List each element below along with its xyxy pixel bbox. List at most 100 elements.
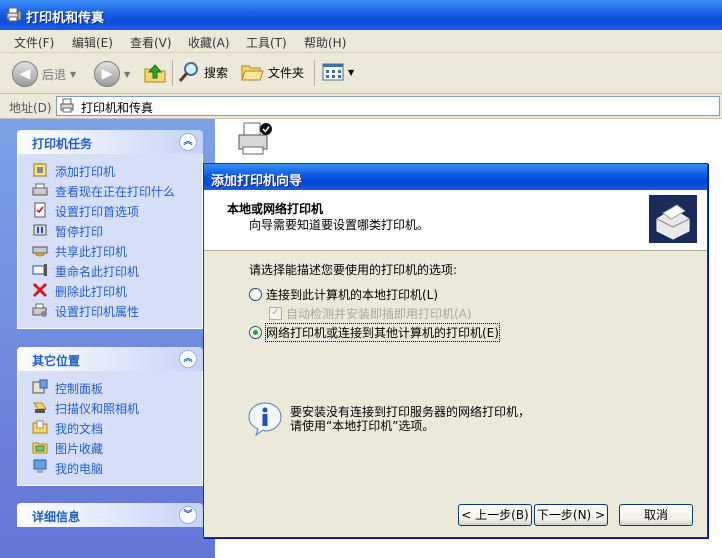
expand-chevron-icon[interactable]: ︾ bbox=[179, 506, 197, 524]
my-documents-icon bbox=[32, 420, 48, 434]
task-pause-printing[interactable]: 暂停打印 bbox=[18, 220, 202, 240]
other-places-title: 其它位置 bbox=[32, 354, 81, 368]
folders-icon bbox=[241, 65, 264, 81]
options-prompt: 请选择能描述您要使用的打印机的选项: bbox=[249, 263, 458, 277]
views-button[interactable]: ▼ bbox=[322, 63, 354, 81]
other-places-panel: 其它位置 ︽ 控制面板 扫描仪和照相机 我的文档 图片收藏 我的电脑 bbox=[17, 347, 203, 486]
menu-favorites[interactable]: 收藏(A) bbox=[188, 34, 230, 51]
info-text-line-2: 请使用“本地打印机”选项。 bbox=[290, 419, 435, 433]
menu-tools[interactable]: 工具(T) bbox=[246, 34, 287, 51]
add-printer-wizard-dialog: 添加打印机向导 本地或网络打印机 向导需要知道要设置哪类打印机。 请选择能描述您… bbox=[203, 163, 708, 538]
wizard-subheading: 向导需要知道要设置哪类打印机。 bbox=[249, 218, 430, 232]
task-share-printer[interactable]: 共享此打印机 bbox=[18, 240, 202, 260]
views-grid-icon bbox=[322, 63, 344, 81]
task-add-printer[interactable]: 添加打印机 bbox=[18, 160, 202, 180]
back-label: 后退 bbox=[42, 67, 67, 82]
option-local-printer[interactable]: 连接到此计算机的本地打印机(L) bbox=[249, 286, 438, 303]
up-folder-button[interactable] bbox=[143, 61, 167, 85]
printer-fax-icon bbox=[60, 98, 74, 113]
printer-item-icon[interactable] bbox=[236, 121, 274, 159]
pause-icon bbox=[33, 224, 47, 236]
printer-tasks-header[interactable]: 打印机任务 ︽ bbox=[17, 130, 203, 154]
views-dropdown-icon: ▼ bbox=[348, 67, 355, 77]
place-my-computer[interactable]: 我的电脑 bbox=[18, 457, 202, 477]
up-folder-icon bbox=[144, 64, 166, 83]
address-bar: 地址(D) 打印机和传真 bbox=[0, 94, 722, 119]
place-my-pictures[interactable]: 图片收藏 bbox=[18, 437, 202, 457]
menu-view[interactable]: 查看(V) bbox=[130, 34, 172, 51]
forward-arrow-icon: ▶ bbox=[94, 61, 120, 87]
properties-icon bbox=[32, 303, 47, 317]
place-label: 控制面板 bbox=[55, 382, 104, 396]
task-label: 设置打印首选项 bbox=[55, 205, 140, 219]
address-label: 地址(D) bbox=[9, 101, 52, 115]
radio-local[interactable] bbox=[249, 288, 262, 301]
scanner-camera-icon bbox=[33, 402, 47, 413]
printer-fax-icon bbox=[6, 7, 22, 22]
place-label: 我的文档 bbox=[55, 422, 104, 436]
wizard-header: 本地或网络打印机 向导需要知道要设置哪类打印机。 bbox=[204, 190, 707, 251]
option-autodetect-label: 自动检测并安装即插即用打印机(A) bbox=[286, 307, 472, 321]
task-see-printing[interactable]: 查看现在正在打印什么 bbox=[18, 180, 202, 200]
info-icon bbox=[248, 402, 282, 436]
folders-button[interactable]: 文件夹 bbox=[240, 61, 304, 83]
menu-file[interactable]: 文件(F) bbox=[14, 34, 54, 51]
back-step-button[interactable]: < 上一步(B) bbox=[458, 504, 532, 526]
next-step-button[interactable]: 下一步(N) > bbox=[534, 504, 608, 526]
place-control-panel[interactable]: 控制面板 bbox=[18, 377, 202, 397]
forward-button[interactable]: ▶ ▼ bbox=[94, 61, 130, 87]
collapse-chevron-icon[interactable]: ︽ bbox=[179, 350, 197, 368]
details-title: 详细信息 bbox=[32, 510, 81, 524]
window-title-bar[interactable]: 打印机和传真 bbox=[0, 0, 722, 30]
place-my-documents[interactable]: 我的文档 bbox=[18, 417, 202, 437]
control-panel-icon bbox=[32, 379, 48, 394]
preferences-icon bbox=[34, 202, 46, 218]
search-button[interactable]: 搜索 bbox=[178, 61, 228, 83]
toolbar: ◀ 后退 ▼ ▶ ▼ 搜索 文件夹 ▼ bbox=[0, 53, 722, 94]
place-label: 扫描仪和照相机 bbox=[55, 402, 140, 416]
wizard-heading: 本地或网络打印机 bbox=[227, 202, 324, 216]
folders-label: 文件夹 bbox=[268, 65, 305, 80]
task-label: 查看现在正在打印什么 bbox=[55, 185, 176, 199]
radio-network[interactable] bbox=[249, 326, 262, 339]
task-rename-printer[interactable]: 重命名此打印机 bbox=[18, 260, 202, 280]
option-autodetect: ✓ 自动检测并安装即插即用打印机(A) bbox=[269, 305, 472, 322]
address-input[interactable]: 打印机和传真 bbox=[56, 96, 720, 116]
dialog-title: 添加打印机向导 bbox=[211, 174, 303, 189]
rename-icon bbox=[32, 264, 47, 276]
share-printer-icon bbox=[32, 246, 48, 257]
menu-edit[interactable]: 编辑(E) bbox=[72, 34, 113, 51]
task-label: 共享此打印机 bbox=[55, 245, 128, 259]
task-label: 添加打印机 bbox=[55, 165, 116, 179]
menu-help[interactable]: 帮助(H) bbox=[304, 34, 346, 51]
checkbox-autodetect: ✓ bbox=[269, 307, 282, 320]
address-value: 打印机和传真 bbox=[81, 101, 154, 115]
option-network-printer[interactable]: 网络打印机或连接到其他计算机的打印机(E) bbox=[249, 323, 500, 342]
task-printer-properties[interactable]: 设置打印机属性 bbox=[18, 300, 202, 320]
search-label: 搜索 bbox=[204, 65, 229, 80]
printer-tasks-title: 打印机任务 bbox=[32, 137, 93, 151]
back-dropdown-icon: ▼ bbox=[70, 69, 77, 79]
details-header[interactable]: 详细信息 ︾ bbox=[17, 503, 203, 527]
collapse-chevron-icon[interactable]: ︽ bbox=[179, 133, 197, 151]
back-button[interactable]: ◀ 后退 ▼ bbox=[12, 61, 76, 87]
back-arrow-icon: ◀ bbox=[12, 61, 38, 87]
task-label: 暂停打印 bbox=[55, 225, 104, 239]
search-icon bbox=[178, 62, 198, 82]
dialog-title-bar[interactable]: 添加打印机向导 bbox=[204, 164, 707, 190]
cancel-button[interactable]: 取消 bbox=[619, 504, 693, 526]
my-computer-icon bbox=[33, 459, 47, 473]
place-scanners-cameras[interactable]: 扫描仪和照相机 bbox=[18, 397, 202, 417]
other-places-header[interactable]: 其它位置 ︽ bbox=[17, 347, 203, 371]
forward-dropdown-icon: ▼ bbox=[124, 69, 131, 79]
printer-tasks-panel: 打印机任务 ︽ 添加打印机 查看现在正在打印什么 设置打印首选项 暂停打印 共享… bbox=[17, 130, 203, 329]
task-pane: 打印机任务 ︽ 添加打印机 查看现在正在打印什么 设置打印首选项 暂停打印 共享… bbox=[0, 119, 215, 558]
window-title: 打印机和传真 bbox=[26, 11, 105, 26]
delete-x-icon bbox=[32, 282, 48, 298]
task-delete-printer[interactable]: 删除此打印机 bbox=[18, 280, 202, 300]
printer-queue-icon bbox=[32, 183, 48, 196]
my-pictures-icon bbox=[32, 442, 48, 454]
add-printer-icon bbox=[33, 163, 47, 177]
task-printing-preferences[interactable]: 设置打印首选项 bbox=[18, 200, 202, 220]
details-panel: 详细信息 ︾ bbox=[17, 503, 203, 527]
